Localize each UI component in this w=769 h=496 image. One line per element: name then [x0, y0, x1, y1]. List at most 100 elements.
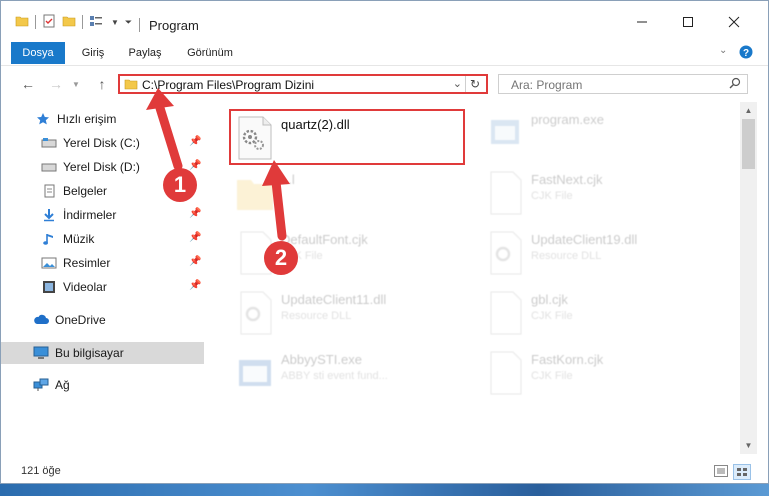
- file-name: program.exe: [531, 112, 604, 127]
- exe-file-icon: [485, 110, 525, 156]
- sidebar-item-music[interactable]: Müzik 📌: [1, 228, 204, 250]
- dll-file-icon: [235, 290, 275, 336]
- file-type: CJK File: [531, 310, 573, 322]
- arrow-right-icon: →: [49, 76, 63, 92]
- ribbon-tabs: Dosya Giriş Paylaş Görünüm ⌄ ?: [1, 42, 768, 64]
- sidebar-item-label: Hızlı erişim: [57, 112, 117, 126]
- sidebar-item-label: Yerel Disk (D:): [63, 160, 140, 174]
- tab-share[interactable]: Paylaş: [121, 42, 169, 64]
- computer-icon: [33, 345, 49, 361]
- sidebar-item-label: Yerel Disk (C:): [63, 136, 140, 150]
- file-icon: [485, 290, 525, 336]
- file-name: FastNext.cjk: [531, 172, 603, 187]
- up-button[interactable]: ↑: [93, 75, 111, 93]
- list-item-gbl[interactable]: gbl.cjk CJK File: [481, 284, 721, 340]
- scroll-down-icon[interactable]: ▼: [740, 437, 757, 454]
- back-button[interactable]: ←: [19, 75, 37, 93]
- list-item-abbyysti[interactable]: AbbyySTI.exe ABBY sti event fund...: [231, 344, 471, 400]
- close-button[interactable]: [720, 11, 748, 33]
- customize-toolbar-icon[interactable]: ⏷: [125, 17, 132, 28]
- drive-icon: [41, 135, 57, 151]
- folder-icon: [235, 170, 275, 216]
- details-view-button[interactable]: [713, 464, 729, 478]
- vertical-scrollbar[interactable]: ▲ ▼: [740, 102, 757, 454]
- address-bar[interactable]: C:\Program Files\Program Dizini ⌄ ↻: [118, 74, 488, 94]
- scroll-thumb[interactable]: [742, 119, 755, 169]
- sidebar-item-network[interactable]: Ağ: [1, 374, 204, 396]
- minimize-button[interactable]: [628, 11, 656, 33]
- search-input[interactable]: [509, 77, 713, 93]
- file-type: CJK File: [531, 370, 573, 382]
- list-item-fastkorn[interactable]: FastKorn.cjk CJK File: [481, 344, 721, 400]
- sidebar-item-pictures[interactable]: Resimler 📌: [1, 252, 204, 274]
- dll-file-icon: [485, 230, 525, 276]
- file-name: FastKorn.cjk: [531, 352, 604, 367]
- search-icon[interactable]: [729, 77, 741, 92]
- refresh-icon: ↻: [469, 77, 481, 91]
- file-type: Resource DLL: [531, 250, 602, 262]
- recent-locations-button[interactable]: ▼: [67, 75, 85, 93]
- navigation-pane: Hızlı erişim Yerel Disk (C:) 📌 Yerel Dis…: [1, 102, 204, 454]
- sidebar-item-videos[interactable]: Videolar 📌: [1, 276, 204, 298]
- pin-icon[interactable]: 📌: [189, 136, 201, 147]
- status-bar: 121 öğe: [1, 459, 768, 483]
- svg-text:?: ?: [743, 48, 749, 59]
- arrow-left-icon: ←: [21, 76, 35, 92]
- close-icon: [728, 16, 740, 28]
- list-item-program-exe[interactable]: program.exe: [481, 104, 721, 160]
- address-path: C:\Program Files\Program Dizini: [142, 78, 315, 92]
- forward-button[interactable]: →: [47, 75, 65, 93]
- pin-icon[interactable]: 📌: [189, 160, 201, 171]
- large-icons-view-button[interactable]: [733, 464, 751, 480]
- item-count: 121 öğe: [21, 465, 61, 477]
- maximize-button[interactable]: [674, 11, 702, 33]
- chevron-down-icon[interactable]: ▼: [111, 18, 119, 27]
- list-item-updateclient11[interactable]: UpdateClient11.dll Resource DLL: [231, 284, 471, 340]
- sidebar-item-this-pc[interactable]: Bu bilgisayar: [1, 342, 204, 364]
- pin-icon[interactable]: 📌: [189, 208, 201, 219]
- help-icon[interactable]: ?: [739, 45, 753, 62]
- chevron-down-icon[interactable]: ⌄: [453, 77, 462, 90]
- pin-icon[interactable]: 📌: [189, 232, 201, 243]
- sidebar-item-label: Resimler: [63, 256, 111, 270]
- sidebar-item-label: Videolar: [63, 280, 107, 294]
- sidebar-item-local-disk-c[interactable]: Yerel Disk (C:) 📌: [1, 132, 204, 154]
- list-item-folder[interactable]: ...l: [231, 164, 471, 220]
- cloud-icon: [33, 312, 49, 328]
- file-type: ABBY sti event fund...: [281, 370, 388, 382]
- exe-file-icon: [235, 350, 275, 396]
- sidebar-item-downloads[interactable]: İndirmeler 📌: [1, 204, 204, 226]
- tab-file[interactable]: Dosya: [11, 42, 65, 64]
- step-2-badge: 2: [264, 241, 298, 275]
- minimize-icon: [637, 21, 647, 23]
- file-icon: [485, 350, 525, 396]
- videos-icon: [41, 279, 57, 295]
- drive-icon: [41, 159, 57, 175]
- pin-icon[interactable]: 📌: [189, 280, 201, 291]
- new-folder-icon[interactable]: [62, 14, 76, 31]
- folder-icon: [124, 77, 138, 94]
- list-item-updateclient19[interactable]: UpdateClient19.dll Resource DLL: [481, 224, 721, 280]
- tab-home[interactable]: Giriş: [73, 42, 113, 64]
- expand-ribbon-icon[interactable]: ⌄: [719, 45, 727, 56]
- sidebar-item-quick-access[interactable]: Hızlı erişim: [1, 108, 204, 130]
- file-name: UpdateClient11.dll: [281, 292, 387, 307]
- file-name: AbbyySTI.exe: [281, 352, 362, 367]
- title-divider: [139, 18, 140, 32]
- search-box: [498, 74, 748, 94]
- music-icon: [41, 231, 57, 247]
- view-options-icon[interactable]: [89, 14, 105, 31]
- refresh-button[interactable]: ↻: [465, 76, 484, 92]
- sidebar-item-onedrive[interactable]: OneDrive: [1, 309, 204, 331]
- pictures-icon: [41, 255, 57, 271]
- folder-icon[interactable]: [15, 14, 29, 31]
- list-item-fastnext[interactable]: FastNext.cjk CJK File: [481, 164, 721, 220]
- file-type: CJK File: [531, 190, 573, 202]
- step-1-badge: 1: [163, 168, 197, 202]
- properties-icon[interactable]: [42, 14, 56, 31]
- star-icon: [35, 111, 51, 127]
- tab-view[interactable]: Görünüm: [179, 42, 241, 64]
- file-name: UpdateClient19.dll: [531, 232, 638, 247]
- pin-icon[interactable]: 📌: [189, 256, 201, 267]
- scroll-up-icon[interactable]: ▲: [740, 102, 757, 119]
